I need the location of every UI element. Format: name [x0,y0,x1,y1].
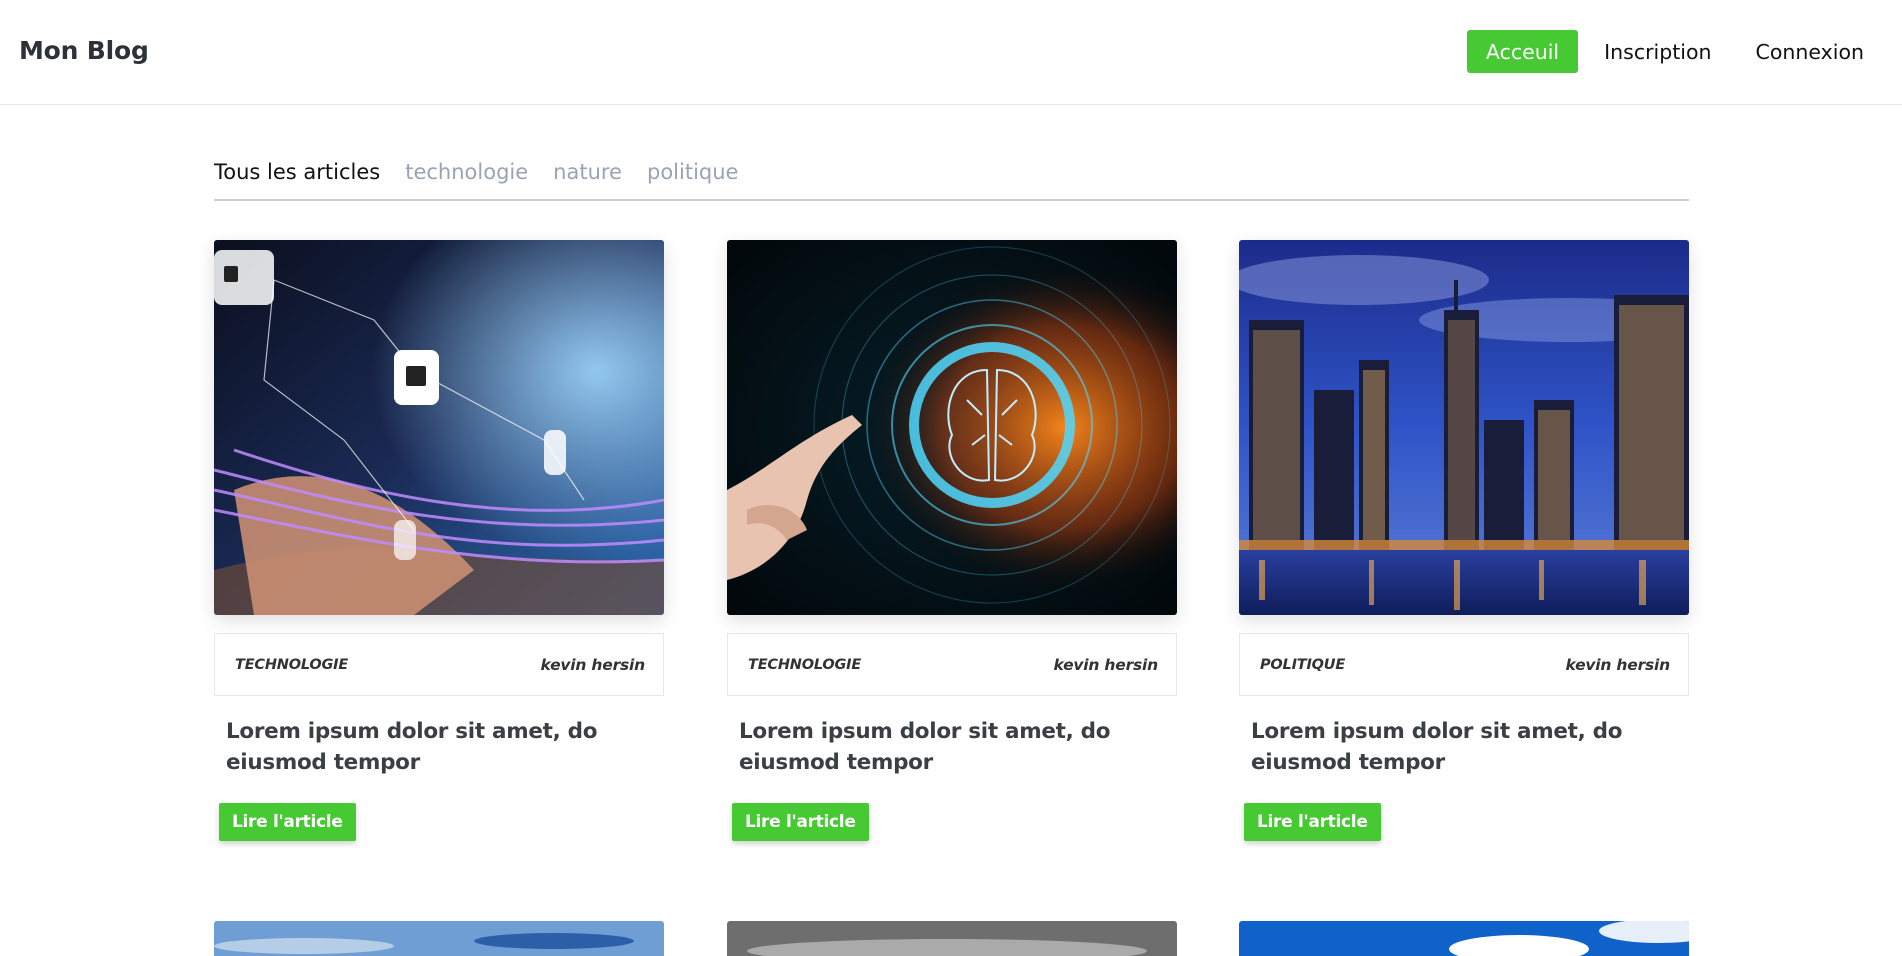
article-author: kevin hersin [1565,655,1671,674]
article-meta: TECHNOLOGIE kevin hersin [214,633,664,696]
site-logo[interactable]: Mon Blog [19,36,149,65]
tab-all-articles[interactable]: Tous les articles [214,160,380,184]
article-category[interactable]: TECHNOLOGIE [235,657,348,673]
article-title: Lorem ipsum dolor sit amet, do eiusmod t… [1251,719,1623,775]
article-image-partial[interactable] [727,921,1177,956]
ai-brain-image [727,240,1177,615]
tab-nature[interactable]: nature [553,160,622,184]
read-article-button[interactable]: Lire l'article [1244,803,1381,841]
bright-sky-image [1239,921,1689,956]
article-image-ai-brain[interactable] [727,240,1177,615]
article-category[interactable]: TECHNOLOGIE [748,657,861,673]
article-card: TECHNOLOGIE kevin hersin Lorem ipsum dol… [727,240,1177,841]
nav-inscription[interactable]: Inscription [1585,30,1730,73]
grey-sky-image [727,921,1177,956]
article-image-cybersecurity[interactable] [214,240,664,615]
article-title: Lorem ipsum dolor sit amet, do eiusmod t… [226,719,598,775]
category-tabs: Tous les articles technologie nature pol… [214,160,1689,201]
read-article-button[interactable]: Lire l'article [219,803,356,841]
main-nav: Acceuil Inscription Connexion [1466,30,1902,73]
nav-connexion[interactable]: Connexion [1737,30,1883,73]
blue-sky-image [214,921,664,956]
article-image-city-skyline[interactable] [1239,240,1689,615]
cybersecurity-image [214,240,664,615]
nav-acceuil[interactable]: Acceuil [1466,30,1579,73]
article-meta: TECHNOLOGIE kevin hersin [727,633,1177,696]
read-article-button[interactable]: Lire l'article [732,803,869,841]
tab-technologie[interactable]: technologie [405,160,528,184]
article-image-partial[interactable] [1239,921,1689,956]
article-title: Lorem ipsum dolor sit amet, do eiusmod t… [739,719,1111,775]
article-card: TECHNOLOGIE kevin hersin Lorem ipsum dol… [214,240,664,841]
top-header: Mon Blog Acceuil Inscription Connexion [0,0,1902,105]
city-skyline-image [1239,240,1689,615]
article-category[interactable]: POLITIQUE [1260,657,1345,673]
article-card: POLITIQUE kevin hersin Lorem ipsum dolor… [1239,240,1689,841]
article-author: kevin hersin [1053,655,1159,674]
tab-politique[interactable]: politique [647,160,738,184]
article-author: kevin hersin [540,655,646,674]
article-image-partial[interactable] [214,921,664,956]
article-meta: POLITIQUE kevin hersin [1239,633,1689,696]
